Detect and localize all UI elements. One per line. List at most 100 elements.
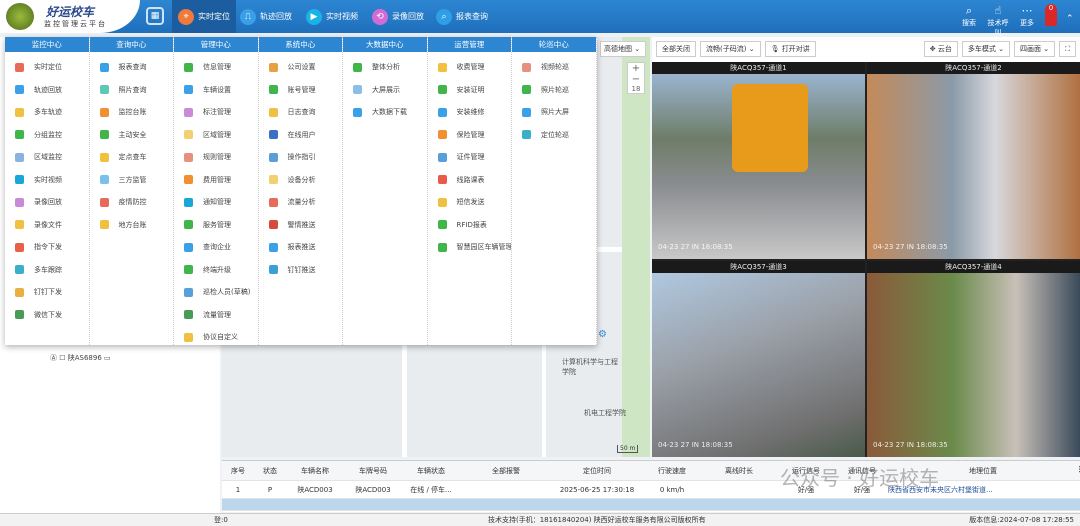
menu-item[interactable]: 照片查询	[90, 79, 174, 102]
menu-item[interactable]: 巡检人员(草稿)	[174, 281, 258, 304]
menu-item[interactable]: 大数据下载	[343, 101, 427, 124]
menu-item[interactable]: 录像回放	[5, 191, 89, 214]
ptz-button[interactable]: ✥ 云台	[923, 41, 958, 57]
column-header[interactable]: 车辆名称	[286, 466, 344, 476]
mode-select[interactable]: 多车模式 ⌄	[961, 41, 1010, 57]
menu-item[interactable]: 流量管理	[174, 304, 258, 327]
menu-item[interactable]: 定点查车	[90, 146, 174, 169]
menu-item[interactable]: 日志查询	[259, 101, 343, 124]
menu-item[interactable]: 区域管理	[174, 124, 258, 147]
menu-item[interactable]: 分组监控	[5, 124, 89, 147]
menu-item[interactable]: 多车跟踪	[5, 259, 89, 282]
intercom-button[interactable]: 🎙 打开对讲	[764, 41, 816, 57]
logo-title: 好运校车	[46, 5, 95, 19]
menu-item[interactable]: 照片轮巡	[512, 79, 596, 102]
nav-1[interactable]: ⌖ 实时定位	[172, 0, 236, 33]
menu-item[interactable]: 在线用户	[259, 124, 343, 147]
menu-item[interactable]: 区域监控	[5, 146, 89, 169]
column-header[interactable]: 行驶速度	[642, 466, 702, 476]
menu-item[interactable]: 整体分析	[343, 56, 427, 79]
menu-item[interactable]: 照片大屏	[512, 101, 596, 124]
video-tile[interactable]: 陕ACQ357-通道1 04-23 27 IN 18:08:35	[652, 62, 865, 259]
menu-item[interactable]: 收费管理	[428, 56, 512, 79]
menu-item[interactable]: 疫情防控	[90, 191, 174, 214]
menu-item[interactable]: 安装维修	[428, 101, 512, 124]
menu-item[interactable]: 规则管理	[174, 146, 258, 169]
menu-item[interactable]: 报表查询	[90, 56, 174, 79]
menu-item[interactable]: 视频轮巡	[512, 56, 596, 79]
menu-item[interactable]: 公司设置	[259, 56, 343, 79]
video-tile[interactable]: 陕ACQ357-通道2 04-23 27 IN 18:08:35	[867, 62, 1080, 259]
video-tile[interactable]: 陕ACQ357-通道3 04-23 27 IN 18:08:35	[652, 260, 865, 457]
menu-item[interactable]: 信息管理	[174, 56, 258, 79]
fullscreen-icon[interactable]: ⛶	[1059, 41, 1076, 57]
column-header[interactable]: 车辆状态	[402, 466, 460, 476]
map-layer-select[interactable]: 高德地图 ⌄	[600, 41, 646, 57]
menu-item[interactable]: RFID报表	[428, 214, 512, 237]
menu-item[interactable]: 大屏展示	[343, 79, 427, 102]
zoom-in-button[interactable]: +	[628, 63, 644, 74]
video-tile[interactable]: 陕ACQ357-通道4 04-23 27 IN 18:08:35	[867, 260, 1080, 457]
menu-item[interactable]: 服务管理	[174, 214, 258, 237]
layout-select[interactable]: 四画面 ⌄	[1014, 41, 1056, 57]
menu-item[interactable]: 报表推送	[259, 236, 343, 259]
menu-item[interactable]: 指令下发	[5, 236, 89, 259]
menu-item[interactable]: 智慧园区车辆管理	[428, 236, 511, 259]
menu-item[interactable]: 查询企业	[174, 236, 258, 259]
menu-item-icon	[437, 197, 447, 207]
menu-item[interactable]: 钉钉推送	[259, 259, 343, 282]
menu-item[interactable]: 设备分析	[259, 169, 343, 192]
alarm-badge[interactable]: 0	[1045, 4, 1057, 26]
menu-item[interactable]: 三方监管	[90, 169, 174, 192]
menu-item[interactable]: 协议自定义	[174, 326, 258, 349]
menu-item[interactable]: 证件管理	[428, 146, 512, 169]
menu-item[interactable]: 实时视频	[5, 169, 89, 192]
nav-3[interactable]: ▶ 实时视频	[300, 0, 364, 33]
zoom-control[interactable]: + −18	[627, 62, 645, 94]
collapse-icon[interactable]: ⌃	[1066, 14, 1074, 24]
table-row[interactable]: 1 P 陕ACD003 陕ACD003 在线 / 停车... 2025-06-25 17:…	[222, 481, 1080, 499]
menu-item[interactable]: 短信发送	[428, 191, 512, 214]
zoom-out-button[interactable]: −	[628, 74, 644, 85]
nav-5[interactable]: ⌕ 报表查询	[430, 0, 494, 33]
menu-item[interactable]: 主动安全	[90, 124, 174, 147]
menu-item[interactable]: 通知管理	[174, 191, 258, 214]
search-tool[interactable]: ⌕ 搜索	[956, 4, 982, 28]
menu-item[interactable]: 钉钉下发	[5, 281, 89, 304]
menu-item[interactable]: 保险管理	[428, 124, 512, 147]
column-header[interactable]: 状态	[254, 466, 286, 476]
column-header[interactable]: 序号	[222, 466, 254, 476]
column-header[interactable]: 离线时长	[702, 466, 776, 476]
menu-item[interactable]: 监控台账	[90, 101, 174, 124]
tree-item[interactable]: Ⓐ ☐ 陕AS6896 ▭	[50, 353, 111, 363]
menu-item[interactable]: 线路课表	[428, 169, 512, 192]
more-tool[interactable]: ⋯ 更多	[1014, 4, 1040, 28]
menu-item[interactable]: 流量分析	[259, 191, 343, 214]
column-header[interactable]: 全部报警	[460, 466, 552, 476]
table-row[interactable]	[222, 499, 1080, 511]
menu-grid-icon[interactable]: ▦	[146, 7, 164, 25]
column-header[interactable]: 定位时间	[552, 466, 642, 476]
menu-item[interactable]: 账号管理	[259, 79, 343, 102]
menu-item[interactable]: 标注管理	[174, 101, 258, 124]
menu-item[interactable]: 地方台账	[90, 214, 174, 237]
menu-item[interactable]: 安装证明	[428, 79, 512, 102]
menu-item[interactable]: 多车轨迹	[5, 101, 89, 124]
menu-item[interactable]: 轨迹回放	[5, 79, 89, 102]
menu-item[interactable]: 车辆设置	[174, 79, 258, 102]
menu-item[interactable]: 警情推送	[259, 214, 343, 237]
menu-item[interactable]: 录像文件	[5, 214, 89, 237]
menu-item[interactable]: 微信下发	[5, 304, 89, 327]
menu-item[interactable]: 操作指引	[259, 146, 343, 169]
menu-item[interactable]: 终端升级	[174, 259, 258, 282]
column-header[interactable]: 车牌号码	[344, 466, 402, 476]
settings-icon[interactable]: ⚙	[598, 329, 607, 340]
tech-call-tool[interactable]: ☝ 技术呼叫	[985, 4, 1011, 38]
nav-4[interactable]: ⟲ 录像回放	[366, 0, 430, 33]
menu-item[interactable]: 实时定位	[5, 56, 89, 79]
menu-item[interactable]: 定位轮巡	[512, 124, 596, 147]
close-all-button[interactable]: 全部关闭	[656, 41, 696, 57]
nav-2[interactable]: ⎍ 轨迹回放	[234, 0, 298, 33]
stream-select[interactable]: 流畅(子码流) ⌄	[700, 41, 761, 57]
menu-item[interactable]: 费用管理	[174, 169, 258, 192]
